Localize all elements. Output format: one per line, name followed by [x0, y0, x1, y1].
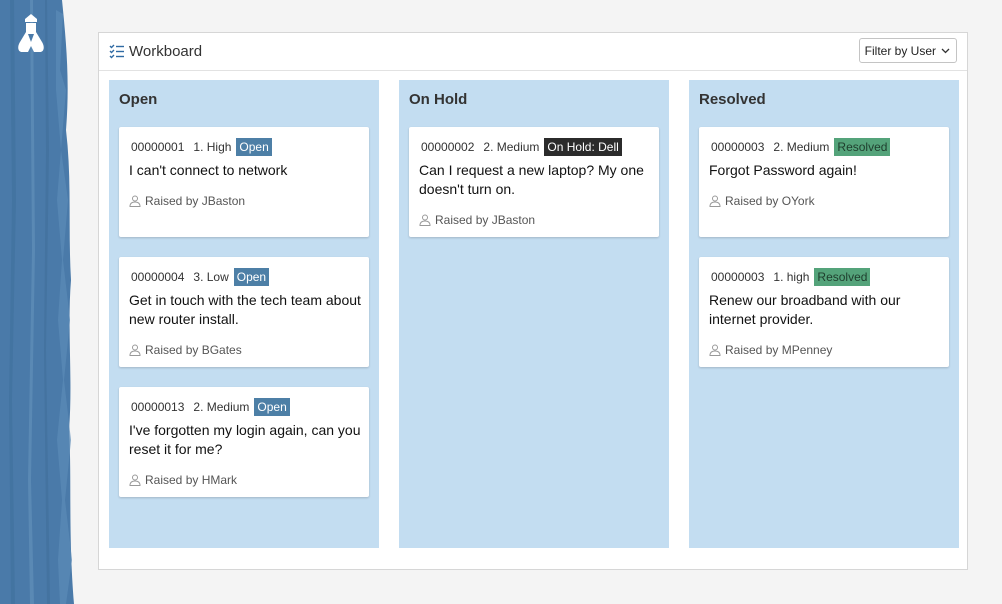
ticket-description: Forgot Password again!	[709, 162, 857, 178]
ticket-id: 00000002	[421, 140, 475, 154]
ticket-priority: 2. Medium	[193, 400, 250, 414]
user-icon	[709, 195, 721, 207]
filter-by-user-label: Filter by User	[864, 43, 936, 58]
ticket-card[interactable]: 00000004 3. Low Open Get in touch with t…	[119, 257, 369, 367]
ticket-description: Renew our broadband with our internet pr…	[709, 292, 901, 327]
status-badge: Open	[233, 268, 270, 286]
panel-header: Workboard Filter by User	[99, 33, 967, 71]
ticket-priority: 2. Medium	[773, 140, 830, 154]
ticket-id: 00000013	[131, 400, 185, 414]
column-title: On Hold	[409, 91, 468, 108]
page-title: Workboard	[129, 43, 203, 60]
filter-by-user-button[interactable]: Filter by User	[858, 38, 957, 63]
status-badge: Open	[236, 138, 272, 156]
raised-by: Raised by OYork	[709, 194, 815, 208]
ticket-description: Can I request a new laptop? My one doesn…	[419, 162, 644, 197]
ticket-meta: 00000013 2. Medium Open	[131, 398, 290, 416]
workboard-panel: Workboard Filter by User Open 00000001 1…	[98, 32, 968, 570]
ticket-priority: 1. High	[193, 140, 232, 154]
brush-stroke-decoration	[0, 0, 74, 604]
ticket-priority: 3. Low	[193, 270, 229, 284]
raised-by-text: Raised by JBaston	[145, 194, 246, 208]
raised-by-text: Raised by MPenney	[725, 343, 833, 357]
ticket-meta: 00000004 3. Low Open	[131, 268, 270, 286]
column-on-hold: On Hold 00000002 2. Medium On Hold: Dell…	[399, 80, 669, 548]
raised-by-text: Raised by OYork	[725, 194, 815, 208]
raised-by: Raised by JBaston	[129, 194, 245, 208]
raised-by-text: Raised by JBaston	[435, 213, 536, 227]
user-icon	[709, 344, 721, 356]
status-badge: On Hold: Dell	[544, 138, 622, 156]
user-icon	[129, 195, 141, 207]
ticket-description: I can't connect to network	[129, 162, 288, 178]
ticket-meta: 00000003 2. Medium Resolved	[711, 138, 891, 156]
user-icon	[129, 474, 141, 486]
ticket-description: I've forgotten my login again, can you r…	[129, 422, 361, 457]
ticket-card[interactable]: 00000003 2. Medium Resolved Forgot Passw…	[699, 127, 949, 237]
user-icon	[419, 214, 431, 226]
column-resolved: Resolved 00000003 2. Medium Resolved For…	[689, 80, 959, 548]
ticket-id: 00000001	[131, 140, 185, 154]
raised-by: Raised by JBaston	[419, 213, 535, 227]
checklist-icon	[109, 44, 124, 59]
ticket-id: 00000003	[711, 270, 765, 284]
chevron-down-icon	[941, 48, 950, 54]
raised-by-text: Raised by BGates	[145, 343, 242, 357]
column-open: Open 00000001 1. High Open I can't conne…	[109, 80, 379, 548]
ticket-meta: 00000002 2. Medium On Hold: Dell	[421, 138, 622, 156]
lighthouse-logo-icon	[18, 14, 44, 52]
column-title: Open	[119, 91, 158, 108]
ticket-meta: 00000003 1. high Resolved	[711, 268, 871, 286]
ticket-priority: 2. Medium	[483, 140, 540, 154]
status-badge: Resolved	[814, 268, 871, 286]
ticket-id: 00000003	[711, 140, 765, 154]
ticket-card[interactable]: 00000001 1. High Open I can't connect to…	[119, 127, 369, 237]
column-title: Resolved	[699, 91, 766, 108]
ticket-priority: 1. high	[773, 270, 810, 284]
ticket-card[interactable]: 00000002 2. Medium On Hold: Dell Can I r…	[409, 127, 659, 237]
status-badge: Open	[254, 398, 290, 416]
ticket-description: Get in touch with the tech team about ne…	[129, 292, 361, 327]
ticket-meta: 00000001 1. High Open	[131, 138, 272, 156]
ticket-card[interactable]: 00000013 2. Medium Open I've forgotten m…	[119, 387, 369, 497]
raised-by: Raised by BGates	[129, 343, 242, 357]
raised-by: Raised by HMark	[129, 473, 237, 487]
ticket-id: 00000004	[131, 270, 185, 284]
raised-by: Raised by MPenney	[709, 343, 832, 357]
raised-by-text: Raised by HMark	[145, 473, 238, 487]
status-badge: Resolved	[834, 138, 891, 156]
user-icon	[129, 344, 141, 356]
ticket-card[interactable]: 00000003 1. high Resolved Renew our broa…	[699, 257, 949, 367]
